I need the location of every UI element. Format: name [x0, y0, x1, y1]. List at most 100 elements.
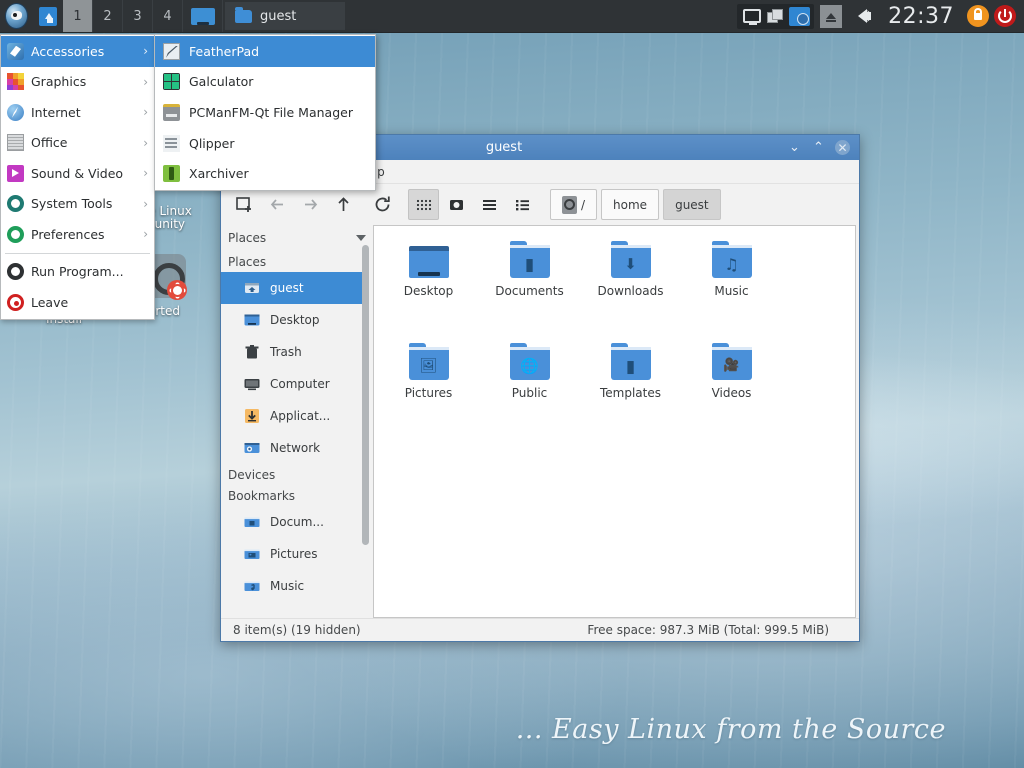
sidebar-scrollbar[interactable] — [362, 231, 371, 612]
breadcrumb-root[interactable]: / — [550, 189, 598, 220]
back-button[interactable] — [262, 189, 293, 220]
sidebar-scroll-area: Places guest Desktop Trash Computer Appl… — [221, 251, 373, 618]
menu-item-leave[interactable]: Leave — [1, 287, 154, 318]
qlipper-icon — [163, 134, 180, 152]
wallpaper-tagline: ... Easy Linux from the Source — [515, 714, 946, 745]
sidebar-item-network[interactable]: Network — [221, 432, 363, 464]
menu-item-office[interactable]: Office › — [1, 128, 154, 159]
sidebar-item-label: Docum... — [270, 515, 324, 529]
up-button[interactable] — [328, 189, 359, 220]
chevron-right-icon: › — [143, 135, 148, 150]
home-folder-icon — [39, 6, 57, 26]
sidebar-item-documents[interactable]: Docum... — [221, 506, 363, 538]
blue-app-icon[interactable] — [789, 6, 811, 26]
menu-item-run-program[interactable]: Run Program... — [1, 257, 154, 288]
menu-item-internet[interactable]: Internet › — [1, 97, 154, 128]
file-item-videos[interactable]: 🎥 Videos — [681, 336, 782, 416]
sidebar-item-trash[interactable]: Trash — [221, 336, 363, 368]
thumbnail-view-button[interactable] — [441, 189, 472, 220]
windows-icon[interactable] — [765, 7, 786, 26]
menu-item-accessories[interactable]: Accessories › — [1, 36, 154, 67]
file-item-public[interactable]: 🌐 Public — [479, 336, 580, 416]
sidebar-item-applications[interactable]: Applicat... — [221, 400, 363, 432]
volume-icon[interactable] — [850, 5, 874, 27]
system-tray: 22:37 — [737, 0, 1024, 32]
submenu-item-xarchiver[interactable]: Xarchiver — [155, 158, 375, 189]
computer-icon — [243, 375, 261, 393]
desktop-switch-3[interactable]: 3 — [123, 0, 153, 32]
application-menu-button[interactable] — [0, 0, 33, 32]
file-manager-window: guest ⌄ ⌃ ✕ Bookmarks Tool Help — [220, 134, 860, 642]
downloads-folder-icon: ⬇ — [610, 241, 651, 278]
close-button[interactable]: ✕ — [835, 140, 850, 155]
accessories-icon — [7, 42, 24, 60]
file-list-view[interactable]: Desktop ▮ Documents ⬇ Downloads ♫ Music … — [373, 225, 856, 618]
desktop-switch-4[interactable]: 4 — [153, 0, 183, 32]
sidebar-item-desktop[interactable]: Desktop — [221, 304, 363, 336]
compact-view-button[interactable] — [474, 189, 505, 220]
submenu-item-galculator[interactable]: Galculator — [155, 67, 375, 98]
submenu-item-label: Galculator — [189, 74, 254, 90]
submenu-item-featherpad[interactable]: FeatherPad — [155, 36, 375, 67]
path-breadcrumbs: / home guest — [550, 189, 721, 220]
status-free-space: Free space: 987.3 MiB (Total: 999.5 MiB) — [587, 623, 829, 637]
file-item-downloads[interactable]: ⬇ Downloads — [580, 234, 681, 314]
sidebar-item-label: guest — [270, 281, 304, 295]
clock[interactable]: 22:37 — [880, 4, 962, 29]
lock-icon[interactable] — [967, 5, 989, 27]
preferences-icon — [7, 225, 24, 243]
sidebar-item-music[interactable]: Music — [221, 570, 363, 602]
applications-icon — [243, 407, 261, 425]
breadcrumb-guest[interactable]: guest — [663, 189, 721, 220]
sidebar-item-label: Trash — [270, 345, 302, 359]
submenu-item-label: Xarchiver — [189, 166, 249, 182]
sidebar-item-computer[interactable]: Computer — [221, 368, 363, 400]
file-item-desktop[interactable]: Desktop — [378, 234, 479, 314]
task-label: guest — [260, 8, 297, 24]
music-folder-icon: ♫ — [711, 241, 752, 278]
show-desktop-button[interactable] — [183, 0, 223, 32]
file-item-music[interactable]: ♫ Music — [681, 234, 782, 314]
sidebar-item-label: Network — [270, 441, 321, 455]
eject-icon[interactable] — [820, 4, 843, 28]
breadcrumb-label: home — [613, 197, 648, 212]
new-tab-button[interactable] — [229, 189, 260, 220]
menu-item-preferences[interactable]: Preferences › — [1, 219, 154, 250]
desktop-switch-1[interactable]: 1 — [63, 0, 93, 32]
file-item-label: Documents — [495, 284, 564, 298]
maximize-button[interactable]: ⌃ — [811, 140, 826, 155]
file-item-pictures[interactable]: 🖼 Pictures — [378, 336, 479, 416]
submenu-item-label: Qlipper — [189, 135, 235, 151]
power-icon[interactable] — [994, 5, 1016, 27]
file-item-documents[interactable]: ▮ Documents — [479, 234, 580, 314]
top-panel: 1 2 3 4 guest 22:37 — [0, 0, 1024, 33]
reload-button[interactable] — [367, 189, 398, 220]
sidebar-group-bookmarks: Bookmarks — [228, 489, 296, 503]
forward-button[interactable] — [295, 189, 326, 220]
sidebar-scrollbar-thumb[interactable] — [362, 245, 369, 545]
sidebar-item-pictures[interactable]: Pictures — [221, 538, 363, 570]
sidebar-item-label: Pictures — [270, 547, 318, 561]
desktop-switch-2[interactable]: 2 — [93, 0, 123, 32]
menu-item-system-tools[interactable]: System Tools › — [1, 189, 154, 220]
submenu-item-label: FeatherPad — [189, 43, 260, 59]
task-button-guest[interactable]: guest — [225, 2, 345, 30]
monitor-icon[interactable] — [741, 7, 762, 26]
sidebar-header[interactable]: Places — [221, 225, 373, 251]
minimize-button[interactable]: ⌄ — [787, 140, 802, 155]
sidebar-item-guest[interactable]: guest — [221, 272, 363, 304]
home-icon — [243, 279, 261, 297]
sidebar-group-devices: Devices — [228, 468, 276, 482]
file-item-templates[interactable]: ▮ Templates — [580, 336, 681, 416]
icon-view-button[interactable] — [408, 189, 439, 220]
pictures-folder-icon: 🖼 — [408, 343, 449, 380]
submenu-item-qlipper[interactable]: Qlipper — [155, 128, 375, 159]
sidebar-item-label: Music — [270, 579, 305, 593]
detailed-list-view-button[interactable] — [507, 189, 538, 220]
menu-item-sound-video[interactable]: Sound & Video › — [1, 158, 154, 189]
breadcrumb-home[interactable]: home — [601, 189, 660, 220]
menu-item-graphics[interactable]: Graphics › — [1, 67, 154, 98]
submenu-item-pcmanfm[interactable]: PCManFM-Qt File Manager — [155, 97, 375, 128]
xarchiver-icon — [163, 165, 180, 183]
home-launcher-button[interactable] — [33, 0, 63, 32]
